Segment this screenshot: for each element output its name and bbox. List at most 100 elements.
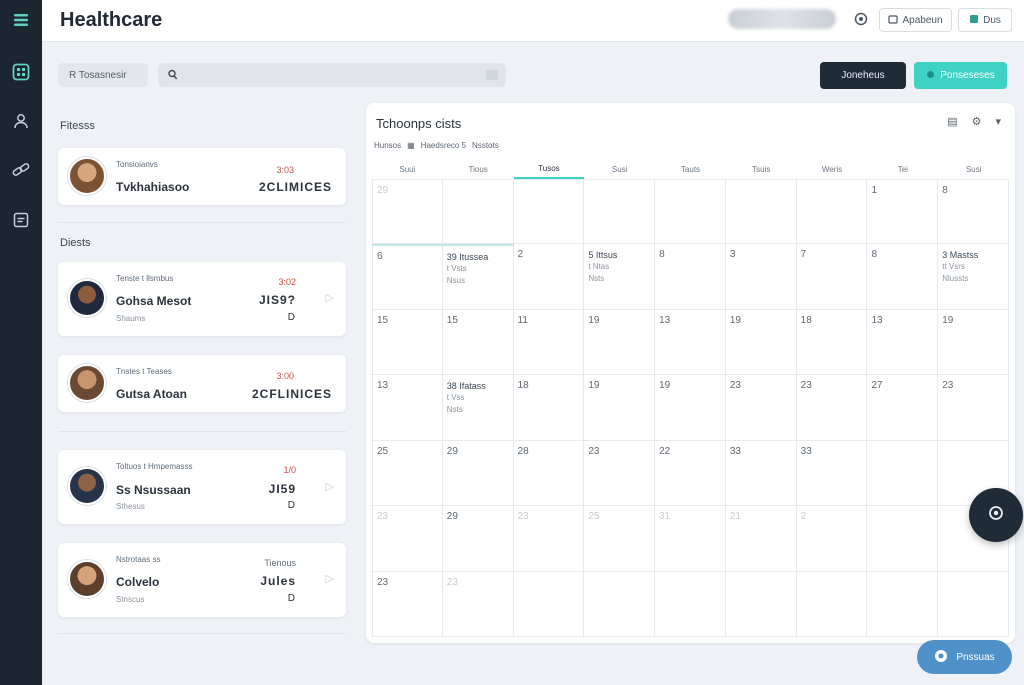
calendar-day-cell[interactable] bbox=[655, 179, 726, 245]
calendar-day-cell[interactable] bbox=[513, 571, 585, 637]
calendar-day-cell[interactable] bbox=[584, 179, 656, 245]
user-icon[interactable] bbox=[11, 111, 31, 131]
calendar-day-cell[interactable]: 15 bbox=[442, 309, 514, 376]
filter-chip[interactable]: R Tosasnesir bbox=[58, 63, 148, 87]
event-line: 5 Ittsus bbox=[588, 250, 618, 261]
day-number: 19 bbox=[588, 314, 600, 326]
calendar-day-cell[interactable]: 23 bbox=[513, 506, 585, 572]
print-icon[interactable]: ▤ bbox=[947, 115, 957, 128]
calendar-day-cell[interactable]: 2 bbox=[513, 244, 585, 310]
user-profile-chip[interactable] bbox=[728, 9, 836, 29]
chevron-down-icon[interactable]: ▾ bbox=[995, 115, 1001, 128]
calendar-day-cell[interactable]: 8 bbox=[938, 179, 1009, 245]
grid-view-icon[interactable]: ▦ bbox=[407, 141, 415, 150]
calendar-day-cell[interactable]: 3 Mastss tt Vsrs Nlussts bbox=[938, 244, 1009, 310]
calendar-day-cell[interactable] bbox=[725, 571, 797, 637]
chevron-right-icon[interactable]: ▷ bbox=[326, 291, 334, 304]
calendar-day-cell[interactable] bbox=[796, 179, 868, 245]
top-action-button-2[interactable]: Dus bbox=[958, 8, 1012, 32]
calendar-sub-3[interactable]: Nsstots bbox=[472, 141, 499, 150]
top-action-button-1[interactable]: Apabeun bbox=[879, 8, 952, 32]
calendar-day-cell[interactable]: 27 bbox=[867, 375, 939, 441]
calendar-day-cell[interactable]: 39 Itussea t Vsts Nsus bbox=[442, 244, 514, 310]
calendar-day-cell[interactable]: 13 bbox=[372, 375, 443, 441]
calendar-day-cell[interactable]: 19 bbox=[584, 375, 656, 441]
calendar-day-cell[interactable]: 28 bbox=[513, 440, 585, 507]
calendar-day-cell[interactable]: 29 bbox=[442, 506, 514, 572]
primary-action-button[interactable]: Ponseseses bbox=[914, 62, 1007, 89]
calendar-day-cell[interactable]: 33 bbox=[725, 440, 797, 507]
calendar-day-cell[interactable]: 1 bbox=[867, 179, 939, 245]
calendar-day-cell[interactable]: 13 bbox=[867, 309, 939, 376]
calendar-day-cell[interactable]: 7 bbox=[796, 244, 868, 310]
appointment-card[interactable]: Tenste t llsmbus Gohsa Mesot Shaums 3:02… bbox=[58, 262, 346, 336]
calendar-day-cell[interactable]: 15 bbox=[372, 309, 443, 376]
calendar-day-cell[interactable]: 21 bbox=[725, 506, 797, 572]
calendar-day-cell[interactable]: 19 bbox=[938, 309, 1009, 376]
calendar-day-cell[interactable] bbox=[725, 179, 797, 245]
calendar-day-cell[interactable] bbox=[584, 571, 656, 637]
assistant-button[interactable]: Pnssuas bbox=[917, 640, 1012, 674]
calendar-day-cell[interactable]: 8 bbox=[867, 244, 939, 310]
search-input[interactable] bbox=[184, 66, 484, 84]
calendar-day-cell[interactable]: 23 bbox=[372, 506, 443, 572]
chevron-right-icon[interactable]: ▷ bbox=[326, 572, 334, 585]
appointment-card[interactable]: Tnstes t Teases Gutsa Atoan 3:00 2CFLINI… bbox=[58, 355, 346, 412]
dashboard-icon[interactable] bbox=[11, 62, 31, 82]
calendar-event[interactable]: 3 Mastss tt Vsrs Nlussts bbox=[942, 249, 978, 285]
secondary-action-button[interactable]: Joneheus bbox=[820, 62, 906, 89]
calendar-day-cell[interactable]: 13 bbox=[655, 309, 726, 376]
calendar-day-cell[interactable]: 22 bbox=[655, 440, 726, 507]
calendar-day-cell[interactable] bbox=[442, 179, 514, 245]
calendar-day-cell[interactable] bbox=[655, 571, 726, 637]
day-number: 13 bbox=[377, 380, 389, 392]
calendar-day-cell[interactable]: 23 bbox=[372, 571, 443, 637]
calendar-day-cell[interactable]: 23 bbox=[584, 440, 656, 507]
appointment-card[interactable]: Toltuos t Hmpemasss Ss Nsussaan Sthesus … bbox=[58, 450, 346, 524]
calendar-event[interactable]: 39 Itussea t Vsts Nsus bbox=[447, 251, 489, 287]
calendar-day-cell[interactable]: 23 bbox=[442, 571, 514, 637]
calendar-day-cell[interactable]: 29 bbox=[442, 440, 514, 507]
calendar-day-cell[interactable] bbox=[867, 506, 939, 572]
calendar-day-cell[interactable]: 5 Ittsus t Ntas Nsts bbox=[584, 244, 656, 310]
calendar-day-cell[interactable]: 19 bbox=[584, 309, 656, 376]
calendar-day-cell[interactable]: 18 bbox=[796, 309, 868, 376]
settings-icon[interactable]: ⚙ bbox=[972, 115, 982, 128]
calendar-day-cell[interactable] bbox=[796, 571, 868, 637]
appointment-card[interactable]: Nstrotaas ss Colvelo Stnscus Tienous Jul… bbox=[58, 543, 346, 617]
calendar-day-cell[interactable]: 18 bbox=[513, 375, 585, 441]
calendar-day-cell[interactable]: 8 bbox=[655, 244, 726, 310]
menu-icon[interactable] bbox=[11, 10, 31, 30]
grid-icon bbox=[969, 14, 979, 27]
calendar-day-cell[interactable] bbox=[867, 440, 939, 507]
calendar-day-cell[interactable] bbox=[867, 571, 939, 637]
calendar-day-cell[interactable]: 3 bbox=[725, 244, 797, 310]
calendar-day-cell[interactable]: 2 bbox=[796, 506, 868, 572]
calendar-day-cell[interactable]: 23 bbox=[725, 375, 797, 441]
calendar-day-cell[interactable]: 19 bbox=[655, 375, 726, 441]
calendar-day-cell[interactable]: 31 bbox=[655, 506, 726, 572]
calendar-day-cell[interactable]: 29 bbox=[372, 179, 443, 245]
calendar-sub-2[interactable]: Haedsreco 5 bbox=[421, 141, 466, 150]
calendar-day-cell[interactable]: 38 Ifatass t Vss Nsts bbox=[442, 375, 514, 441]
calendar-day-cell[interactable]: 25 bbox=[372, 440, 443, 507]
calendar-event[interactable]: 5 Ittsus t Ntas Nsts bbox=[588, 249, 617, 285]
calendar-day-cell[interactable]: 25 bbox=[584, 506, 656, 572]
calendar-day-cell[interactable] bbox=[513, 179, 585, 245]
calendar-day-cell[interactable]: 33 bbox=[796, 440, 868, 507]
help-icon[interactable] bbox=[854, 12, 870, 28]
calendar-sub-1[interactable]: Hunsos bbox=[374, 141, 401, 150]
card-time: Tienous bbox=[264, 558, 296, 568]
calendar-day-cell[interactable]: 6 bbox=[372, 244, 443, 310]
floating-action-button[interactable] bbox=[969, 488, 1023, 542]
calendar-day-cell[interactable]: 19 bbox=[725, 309, 797, 376]
calendar-event[interactable]: 38 Ifatass t Vss Nsts bbox=[447, 380, 486, 416]
message-icon[interactable] bbox=[11, 210, 31, 230]
calendar-day-cell[interactable]: 23 bbox=[796, 375, 868, 441]
link-icon[interactable] bbox=[11, 160, 31, 180]
calendar-day-cell[interactable]: 11 bbox=[513, 309, 585, 376]
calendar-day-cell[interactable] bbox=[938, 571, 1009, 637]
appointment-card[interactable]: Tonsioianvs Tvkhahiasoo 3:03 2CLIMICES bbox=[58, 148, 346, 205]
calendar-day-cell[interactable]: 23 bbox=[938, 375, 1009, 441]
chevron-right-icon[interactable]: ▷ bbox=[326, 480, 334, 493]
